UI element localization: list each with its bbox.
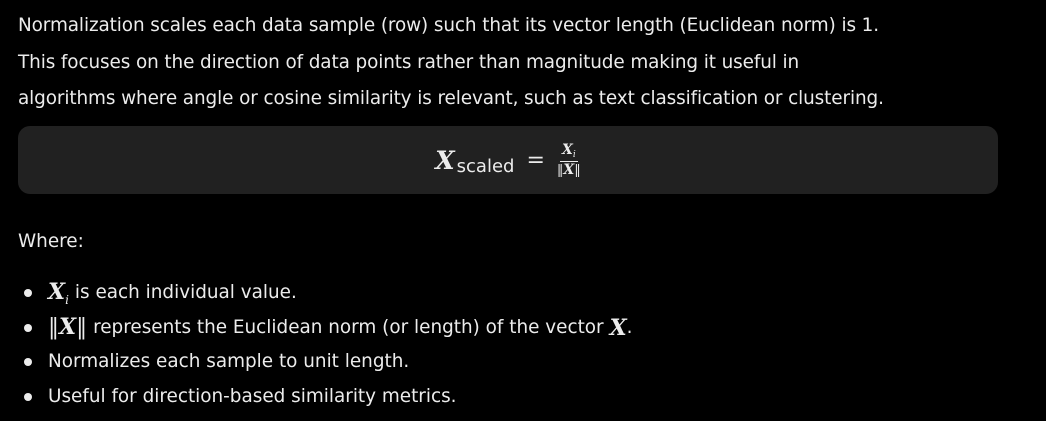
list-item-text: Normalizes each sample to unit length. <box>48 351 410 372</box>
list-item: Useful for direction-based similarity me… <box>22 380 633 415</box>
denominator-norm-right: ‖ <box>574 162 581 178</box>
numerator-subscript: i <box>572 149 576 160</box>
bullet-icon <box>24 392 32 401</box>
formula-lhs-subscript: scaled <box>456 155 515 177</box>
list-item: Xi is each individual value. <box>22 276 633 311</box>
norm-left: ‖ <box>48 315 59 340</box>
denominator-variable: X <box>563 161 575 178</box>
list-item-text: is each individual value. <box>74 282 297 303</box>
inline-variable: X <box>48 278 66 305</box>
intro-line-2: This focuses on the direction of data po… <box>18 51 800 73</box>
intro-line-1: Normalization scales each data sample (r… <box>18 15 880 36</box>
bullet-icon <box>24 358 32 367</box>
list-item-text: represents the Euclidean norm (or length… <box>93 316 604 338</box>
trailing-punctuation: . <box>626 316 633 338</box>
inline-subscript: i <box>65 292 69 307</box>
list-item-text: Useful for direction-based similarity me… <box>48 385 457 407</box>
formula-lhs-variable: X <box>435 145 455 175</box>
list-item: Normalizes each sample to unit length. <box>22 345 633 380</box>
inline-math-xi: Xi <box>48 275 69 313</box>
intro-line-3: algorithms where angle or cosine similar… <box>18 88 884 109</box>
fraction-numerator: Xi <box>559 141 578 162</box>
intro-paragraph: Normalization scales each data sample (r… <box>18 8 1028 118</box>
list-item: ‖X‖ represents the Euclidean norm (or le… <box>22 311 633 346</box>
norm-right: ‖ <box>76 315 88 340</box>
formula-block: X scaled = Xi ‖X‖ <box>18 126 998 194</box>
bullet-icon <box>24 323 32 332</box>
formula-fraction: Xi ‖X‖ <box>557 141 581 178</box>
inline-variable: X <box>59 314 77 340</box>
numerator-variable: X <box>561 141 573 158</box>
bullet-icon <box>24 289 32 298</box>
definitions-list: Xi is each individual value. ‖X‖ represe… <box>22 276 633 414</box>
fraction-denominator: ‖X‖ <box>557 162 581 178</box>
where-label: Where: <box>18 231 84 252</box>
formula-equals-sign: = <box>526 147 545 173</box>
trailing-variable: X <box>609 314 627 341</box>
inline-math-norm: ‖X‖ <box>48 310 87 346</box>
normalization-formula: X scaled = Xi ‖X‖ <box>18 126 998 194</box>
